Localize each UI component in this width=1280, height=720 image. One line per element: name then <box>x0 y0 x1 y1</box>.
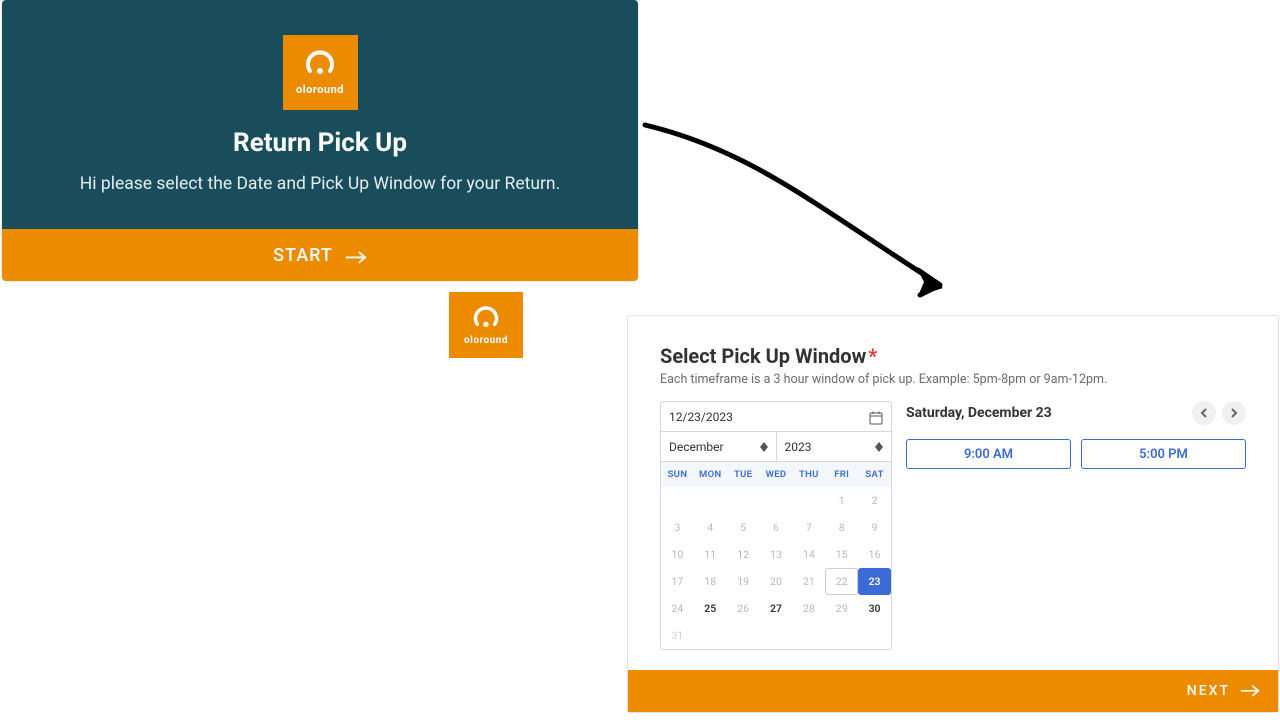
year-value: 2023 <box>785 440 812 454</box>
calendar-day[interactable]: 17 <box>661 568 694 595</box>
brand-name: oloround <box>464 335 508 346</box>
arrow-right-icon <box>1240 685 1260 697</box>
calendar-day <box>727 487 760 514</box>
calendar-day[interactable]: 16 <box>858 541 891 568</box>
calendar-day[interactable]: 8 <box>825 514 858 541</box>
calendar-day[interactable]: 7 <box>792 514 825 541</box>
calendar-day[interactable]: 29 <box>825 595 858 622</box>
intro-title: Return Pick Up <box>233 128 407 158</box>
calendar-day[interactable]: 27 <box>760 595 793 622</box>
calendar-weekday-row: SUNMONTUEWEDTHUFRISAT <box>661 462 891 487</box>
picker-subtitle: Each timeframe is a 3 hour window of pic… <box>660 372 1246 387</box>
brand-logo-icon <box>472 305 500 333</box>
calendar-icon <box>869 410 883 424</box>
calendar-weekday: THU <box>792 462 825 487</box>
calendar-day[interactable]: 9 <box>858 514 891 541</box>
month-select[interactable]: December <box>661 432 777 461</box>
calendar-day[interactable]: 24 <box>661 595 694 622</box>
brand-logo-icon <box>304 49 336 81</box>
spinner-icon <box>875 440 883 454</box>
intro-card: oloround Return Pick Up Hi please select… <box>2 0 638 281</box>
next-day-button[interactable] <box>1222 401 1246 425</box>
date-input-value: 12/23/2023 <box>669 410 733 424</box>
time-slot[interactable]: 9:00 AM <box>906 439 1071 469</box>
spinner-icon <box>760 440 768 454</box>
picker-title: Select Pick Up Window* <box>660 344 1246 368</box>
calendar-day[interactable]: 3 <box>661 514 694 541</box>
next-button-label: NEXT <box>1187 683 1230 699</box>
calendar-day[interactable]: 22 <box>825 568 858 595</box>
calendar-day[interactable]: 26 <box>727 595 760 622</box>
calendar-day[interactable]: 31 <box>661 622 694 649</box>
pickup-window-card: Select Pick Up Window* Each timeframe is… <box>627 315 1279 713</box>
annotation-arrow-icon <box>640 120 960 320</box>
date-input[interactable]: 12/23/2023 <box>661 402 891 432</box>
required-marker: * <box>868 344 877 368</box>
intro-subtitle: Hi please select the Date and Pick Up Wi… <box>80 174 560 194</box>
start-button-label: START <box>273 245 333 266</box>
calendar-day[interactable]: 4 <box>694 514 727 541</box>
calendar-day[interactable]: 20 <box>760 568 793 595</box>
calendar-day <box>760 487 793 514</box>
calendar-weekday: FRI <box>825 462 858 487</box>
calendar-day[interactable]: 21 <box>792 568 825 595</box>
calendar-day[interactable]: 15 <box>825 541 858 568</box>
calendar-weekday: WED <box>760 462 793 487</box>
brand-logo-small: oloround <box>449 292 523 358</box>
next-button[interactable]: NEXT <box>628 670 1278 712</box>
calendar-weekday: TUE <box>727 462 760 487</box>
calendar-weekday: SAT <box>858 462 891 487</box>
calendar-day[interactable]: 19 <box>727 568 760 595</box>
selected-day-label: Saturday, December 23 <box>906 405 1052 421</box>
calendar-day[interactable]: 6 <box>760 514 793 541</box>
calendar: 12/23/2023 December 2023 <box>660 401 892 650</box>
time-slot[interactable]: 5:00 PM <box>1081 439 1246 469</box>
intro-header: oloround Return Pick Up Hi please select… <box>2 0 638 229</box>
calendar-day[interactable]: 18 <box>694 568 727 595</box>
calendar-day[interactable]: 1 <box>825 487 858 514</box>
calendar-day <box>792 487 825 514</box>
calendar-grid: 1234567891011121314151617181920212223242… <box>661 487 891 649</box>
time-column: Saturday, December 23 9:00 AM 5:00 PM <box>906 401 1246 650</box>
calendar-day[interactable]: 12 <box>727 541 760 568</box>
calendar-day[interactable]: 14 <box>792 541 825 568</box>
calendar-day[interactable]: 13 <box>760 541 793 568</box>
calendar-day[interactable]: 25 <box>694 595 727 622</box>
year-select[interactable]: 2023 <box>777 432 892 461</box>
calendar-day[interactable]: 30 <box>858 595 891 622</box>
calendar-day <box>661 487 694 514</box>
calendar-day <box>694 487 727 514</box>
calendar-day[interactable]: 10 <box>661 541 694 568</box>
calendar-day[interactable]: 28 <box>792 595 825 622</box>
arrow-right-icon <box>345 248 367 262</box>
brand-name: oloround <box>296 83 344 96</box>
calendar-day[interactable]: 2 <box>858 487 891 514</box>
brand-logo: oloround <box>283 35 358 110</box>
picker-title-text: Select Pick Up Window <box>660 344 866 368</box>
start-button[interactable]: START <box>2 229 638 281</box>
calendar-day[interactable]: 5 <box>727 514 760 541</box>
calendar-weekday: MON <box>694 462 727 487</box>
calendar-weekday: SUN <box>661 462 694 487</box>
calendar-day[interactable]: 23 <box>858 568 891 595</box>
month-value: December <box>669 440 724 454</box>
prev-day-button[interactable] <box>1192 401 1216 425</box>
calendar-day[interactable]: 11 <box>694 541 727 568</box>
